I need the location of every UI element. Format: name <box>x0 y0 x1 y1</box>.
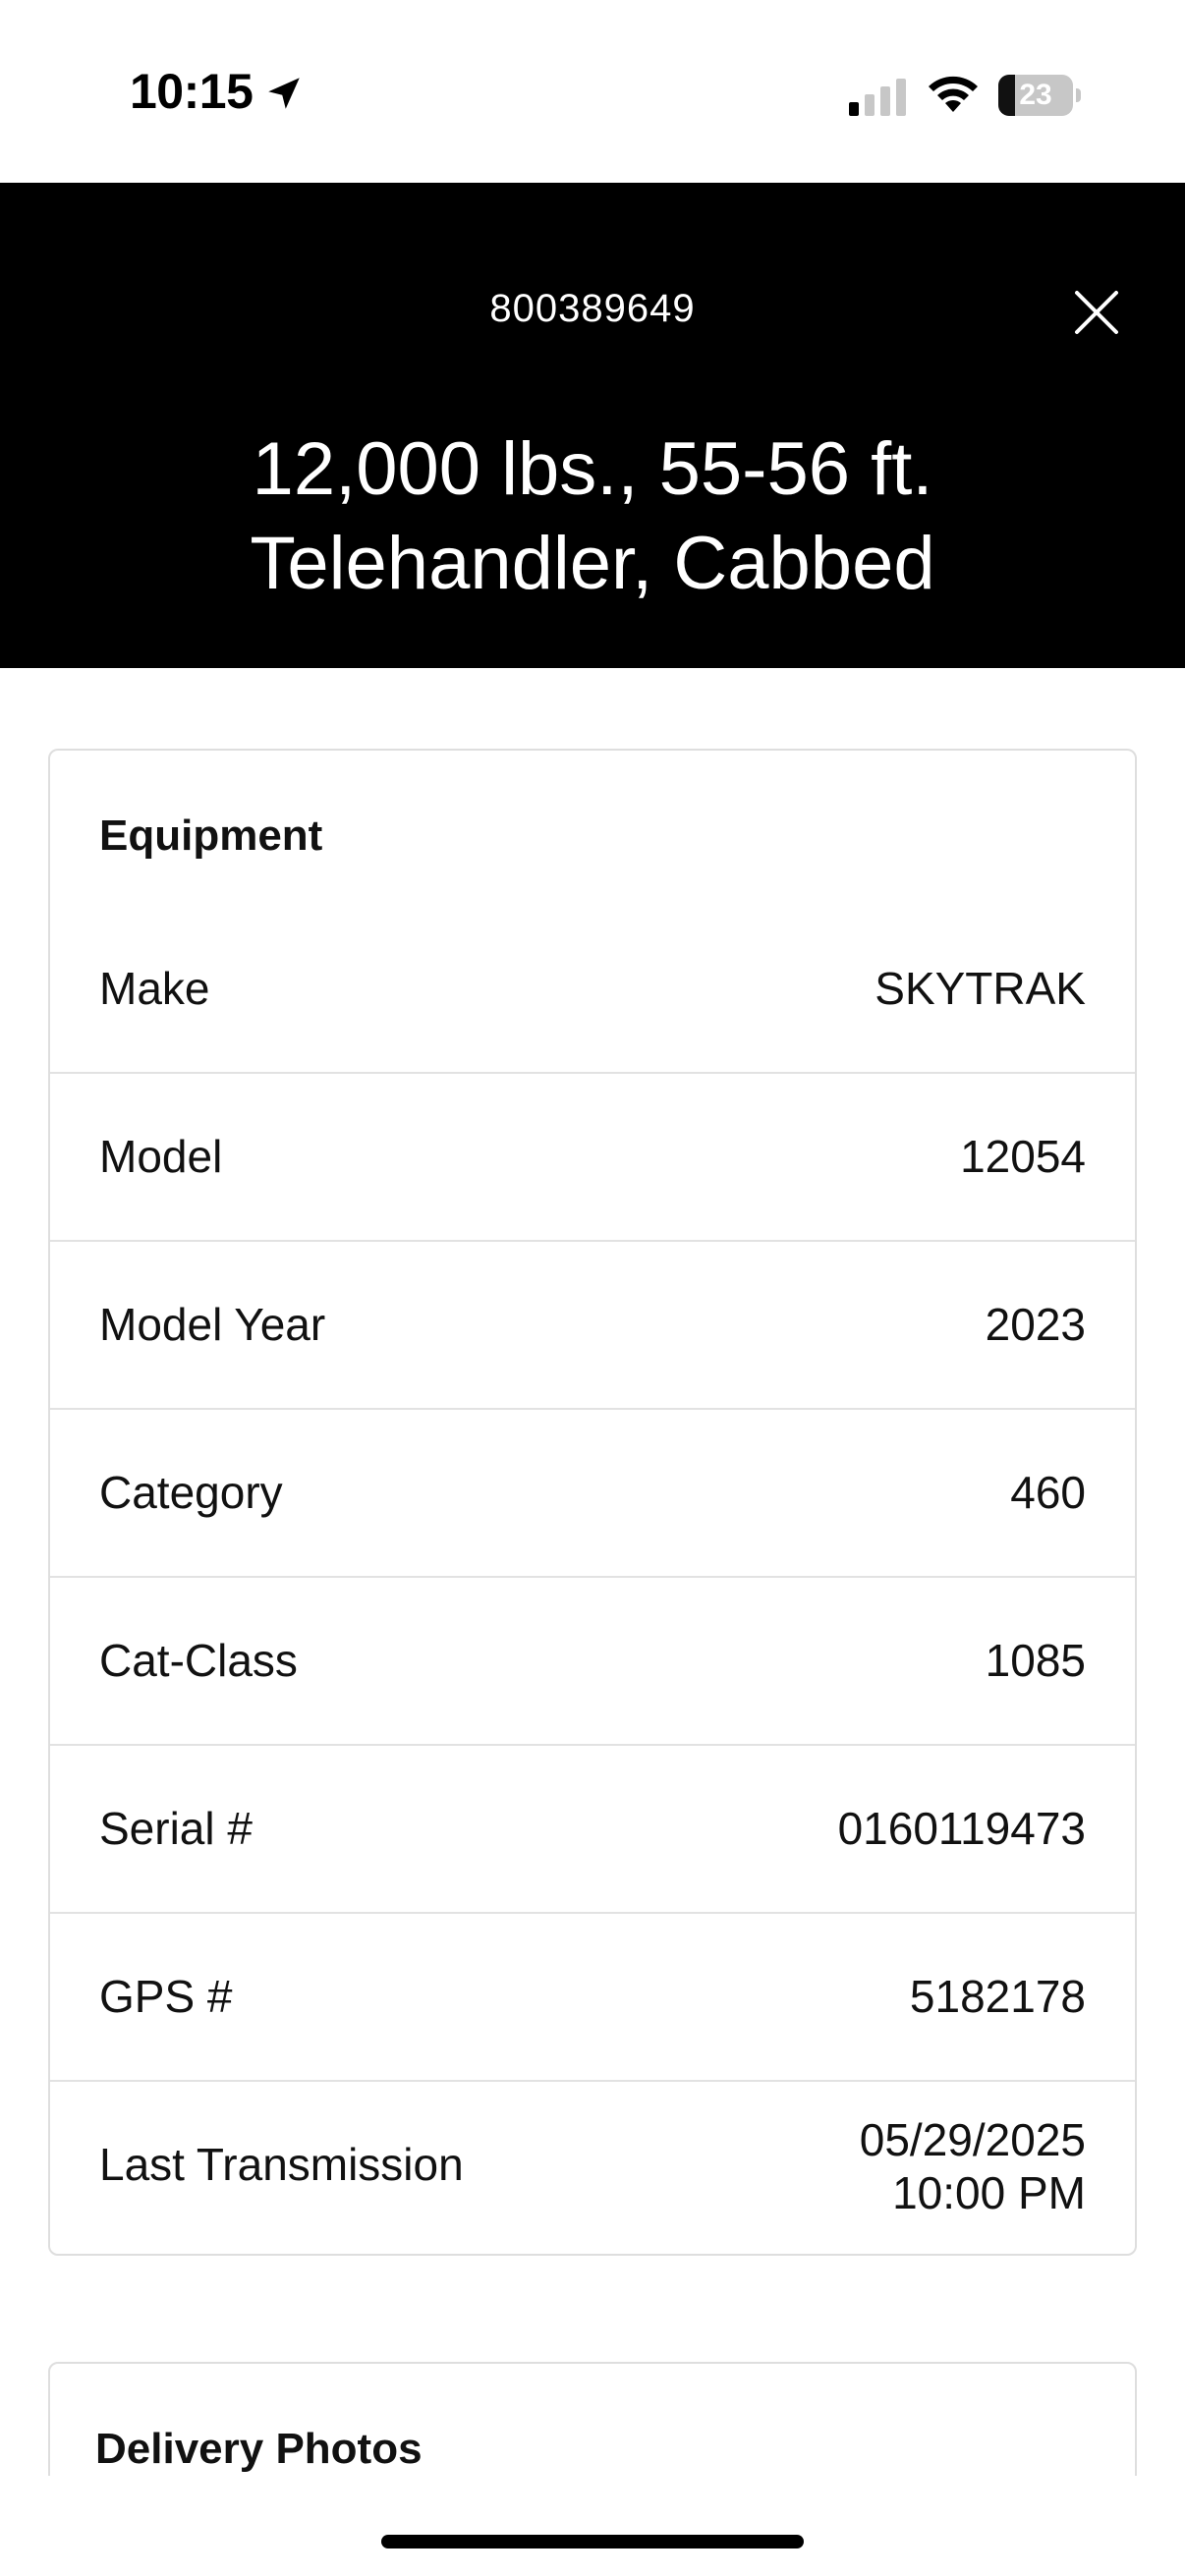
detail-label: Cat-Class <box>99 1635 298 1686</box>
equipment-heading: Equipment <box>99 812 323 860</box>
detail-value: 0160119473 <box>837 1803 1086 1854</box>
detail-label: Model Year <box>99 1299 326 1350</box>
home-indicator[interactable] <box>381 2535 804 2548</box>
location-arrow-icon <box>268 78 300 109</box>
detail-row-make: Make SKYTRAK <box>50 906 1135 1074</box>
detail-value: 1085 <box>985 1635 1086 1686</box>
close-icon[interactable] <box>1069 285 1124 340</box>
detail-value: SKYTRAK <box>875 963 1086 1014</box>
wifi-icon <box>929 76 978 112</box>
detail-value: 5182178 <box>909 1971 1086 2022</box>
battery-level: 23 <box>1019 79 1052 111</box>
detail-label: Category <box>99 1467 283 1518</box>
delivery-photos-heading: Delivery Photos <box>95 2425 423 2473</box>
detail-row-model: Model 12054 <box>50 1074 1135 1242</box>
detail-label: GPS # <box>99 1971 233 2022</box>
detail-label: Make <box>99 963 210 1014</box>
battery-body: 23 <box>998 75 1073 116</box>
detail-row-serial: Serial # 0160119473 <box>50 1746 1135 1914</box>
equipment-title-line2: Telehandler, Cabbed <box>250 522 935 605</box>
asset-number: 800389649 <box>489 287 696 330</box>
detail-label: Serial # <box>99 1803 253 1854</box>
cellular-signal-icon <box>849 79 906 116</box>
detail-row-model-year: Model Year 2023 <box>50 1242 1135 1410</box>
detail-row-category: Category 460 <box>50 1410 1135 1578</box>
detail-row-gps: GPS # 5182178 <box>50 1914 1135 2082</box>
battery-cap <box>1076 88 1081 102</box>
last-transmission-date: 05/29/2025 <box>859 2114 1086 2165</box>
detail-row-cat-class: Cat-Class 1085 <box>50 1578 1135 1746</box>
bottom-safe-area <box>0 2476 1185 2576</box>
battery-icon: 23 <box>998 75 1081 116</box>
equipment-card: Equipment Make SKYTRAK Model 12054 Model… <box>48 749 1137 2256</box>
status-bar: 10:15 23 <box>0 0 1185 183</box>
status-time: 10:15 <box>130 64 254 119</box>
last-transmission-time: 10:00 PM <box>892 2167 1086 2218</box>
equipment-title: 12,000 lbs., 55-56 ft. Telehandler, Cabb… <box>98 422 1087 611</box>
equipment-detail-screen: 10:15 23 800389649 12,000 lbs., 55-56 ft… <box>0 0 1185 2576</box>
detail-value: 2023 <box>985 1299 1086 1350</box>
detail-value: 05/29/2025 10:00 PM <box>860 2113 1086 2219</box>
detail-value: 460 <box>1010 1467 1086 1518</box>
detail-row-last-transmission: Last Transmission 05/29/2025 10:00 PM <box>50 2082 1135 2250</box>
detail-label: Model <box>99 1131 223 1182</box>
detail-label: Last Transmission <box>99 2139 464 2190</box>
detail-value: 12054 <box>960 1131 1086 1182</box>
equipment-title-line1: 12,000 lbs., 55-56 ft. <box>252 427 933 511</box>
equipment-header: 800389649 12,000 lbs., 55-56 ft. Telehan… <box>0 183 1185 668</box>
